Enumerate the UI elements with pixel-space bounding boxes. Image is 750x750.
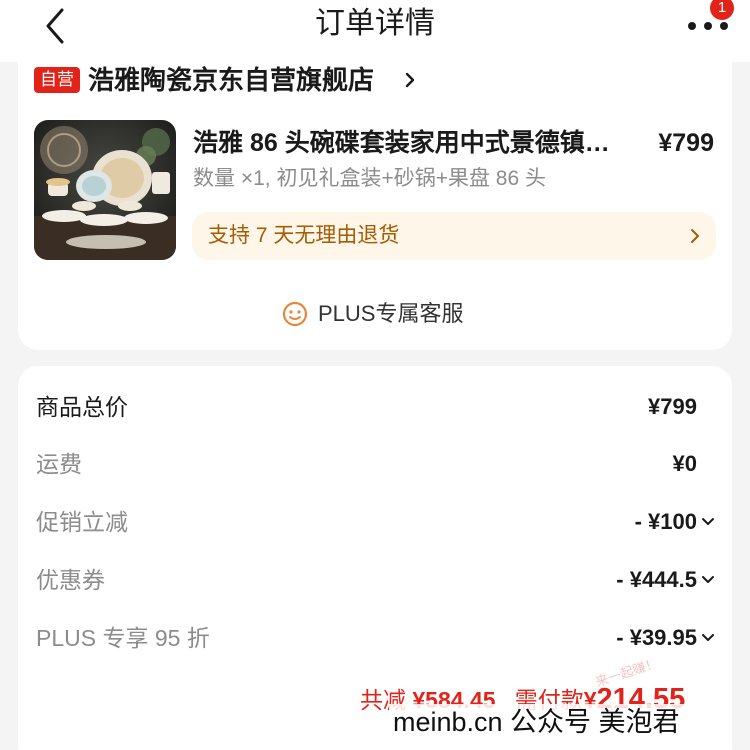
row-label: PLUS 专享 95 折 (36, 625, 210, 651)
chevron-right-icon[interactable] (400, 68, 420, 92)
plus-service-label: PLUS专属客服 (318, 301, 464, 326)
price-row-total: 商品总价 ¥799 (0, 387, 750, 427)
product-title[interactable]: 浩雅 86 头碗碟套装家用中式景德镇… (193, 126, 613, 160)
smiley-service-icon (282, 301, 308, 327)
row-label: 商品总价 (36, 394, 128, 420)
return-policy-text: 支持 7 天无理由退货 (208, 224, 400, 247)
row-label: 优惠券 (36, 567, 105, 593)
plus-service-button[interactable]: PLUS专属客服 (0, 296, 750, 332)
row-value: - ¥39.95 (616, 625, 697, 650)
row-label: 运费 (36, 451, 82, 477)
watermark-text: meinb.cn 公众号 美泡君 (389, 704, 684, 740)
row-value: - ¥100 (634, 509, 697, 534)
chevron-down-icon[interactable] (700, 516, 716, 528)
price-row-shipping: 运费 ¥0 (0, 444, 750, 484)
chevron-down-icon[interactable] (700, 574, 716, 586)
product-spec: 数量 ×1, 初见礼盒装+砂锅+果盘 86 头 (193, 167, 546, 190)
row-value: ¥0 (672, 451, 697, 476)
row-value: ¥799 (648, 394, 697, 419)
price-row-promotion[interactable]: 促销立减 - ¥100 (0, 502, 750, 542)
chevron-down-icon[interactable] (700, 632, 716, 644)
self-operated-tag: 自营 (34, 67, 80, 93)
page-title: 订单详情 (315, 7, 435, 40)
chevron-right-icon (691, 229, 699, 243)
product-price: ¥799 (658, 129, 714, 157)
nav-bar: 订单详情 1 (0, 0, 750, 62)
product-image[interactable] (34, 120, 176, 260)
price-row-coupon[interactable]: 优惠券 - ¥444.5 (0, 560, 750, 600)
row-label: 促销立减 (36, 509, 128, 535)
shop-name[interactable]: 浩雅陶瓷京东自营旗舰店 (88, 62, 374, 98)
price-row-plus-discount[interactable]: PLUS 专享 95 折 - ¥39.95 (0, 618, 750, 658)
row-value: - ¥444.5 (616, 567, 697, 592)
return-policy-bar[interactable]: 支持 7 天无理由退货 (192, 212, 716, 260)
